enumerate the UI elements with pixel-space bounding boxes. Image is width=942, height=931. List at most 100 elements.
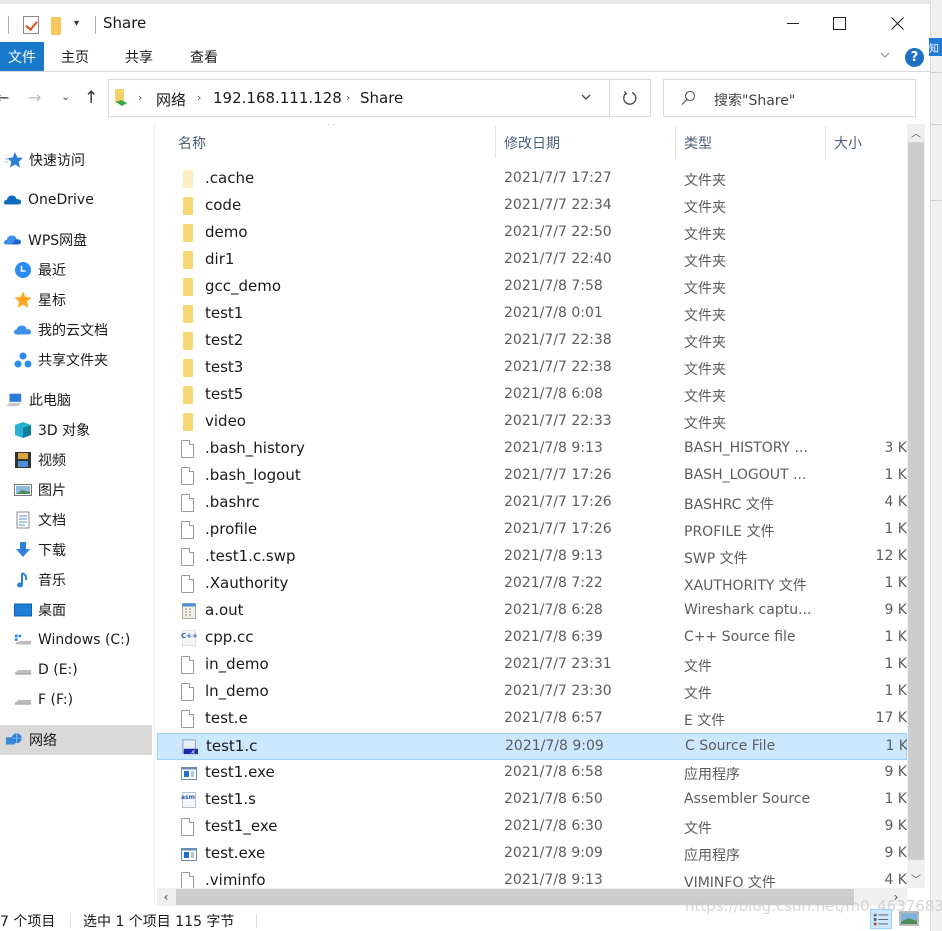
file-row[interactable]: gcc_demo 2021/7/8 7:58 文件夹 [157, 274, 907, 301]
file-type: VIMINFO 文件 [684, 875, 776, 888]
file-size: 4 K [884, 872, 907, 888]
sidebar-item-wps-drive[interactable]: WPS网盘 [0, 225, 152, 255]
properties-quick-access-icon[interactable] [23, 16, 39, 34]
file-row[interactable]: test2 2021/7/7 22:38 文件夹 [157, 328, 907, 355]
column-divider[interactable] [495, 126, 496, 158]
file-row[interactable]: test5 2021/7/8 6:08 文件夹 [157, 382, 907, 409]
sidebar-item-downloads[interactable]: 下载 [0, 535, 152, 565]
breadcrumb-host[interactable]: 192.168.111.128 [213, 89, 342, 107]
breadcrumb-separator[interactable]: › [138, 91, 142, 104]
breadcrumb-separator[interactable]: › [197, 91, 201, 104]
sidebar-item-quick-access[interactable]: 快速访问 [0, 145, 152, 175]
recent-locations-dropdown[interactable]: ⌄ [61, 90, 70, 103]
customize-quick-access-dropdown-icon[interactable]: ▾ [74, 18, 79, 29]
file-row[interactable]: .bashrc 2021/7/7 17:26 BASHRC 文件 4 K [157, 490, 907, 517]
sidebar-item-3d-objects[interactable]: 3D 对象 [0, 415, 152, 445]
sidebar-item-this-pc[interactable]: 此电脑 [0, 385, 152, 415]
file-row[interactable]: .Xauthority 2021/7/8 7:22 XAUTHORITY 文件 1 K [157, 571, 907, 598]
file-row[interactable]: test1_exe 2021/7/8 6:30 文件 9 K [157, 814, 907, 841]
scroll-down-button[interactable]: ﹀ [907, 870, 925, 887]
file-row[interactable]: video 2021/7/7 22:33 文件夹 [157, 409, 907, 436]
address-bar[interactable]: › 网络 › 192.168.111.128 › Share [108, 79, 651, 117]
column-header-type[interactable]: 类型 [684, 124, 824, 162]
breadcrumb-share[interactable]: Share [360, 89, 403, 107]
file-row[interactable]: .cache 2021/7/7 17:27 文件夹 [157, 166, 907, 193]
sidebar-item-videos[interactable]: 视频 [0, 445, 152, 475]
maximize-button[interactable] [816, 4, 862, 42]
details-view-icon[interactable] [870, 909, 892, 929]
sidebar-item-drive-f[interactable]: F (F:) [0, 685, 152, 715]
sidebar-item-onedrive[interactable]: OneDrive [0, 185, 152, 215]
minimize-button[interactable] [770, 4, 816, 42]
column-header-name[interactable]: 名称 [178, 124, 494, 162]
address-history-dropdown-icon[interactable] [579, 90, 593, 104]
refresh-button[interactable] [615, 87, 645, 109]
scroll-right-button[interactable]: › [887, 888, 905, 906]
file-modified-date: 2021/7/8 6:08 [504, 386, 603, 402]
file-row[interactable]: .bash_logout 2021/7/7 17:26 BASH_LOGOUT ..… [157, 463, 907, 490]
file-row[interactable]: .c test1.c 2021/7/8 9:09 C Source File 1 K [157, 733, 907, 760]
file-row[interactable]: test1 2021/7/8 0:01 文件夹 [157, 301, 907, 328]
large-icons-view-icon[interactable] [898, 909, 920, 929]
sidebar-item-network[interactable]: 网络 [0, 725, 152, 755]
downloads-icon [16, 542, 30, 557]
file-type: 文件 [684, 659, 712, 675]
vertical-scroll-thumb[interactable] [908, 142, 924, 860]
tab-view[interactable]: 查看 [190, 42, 218, 71]
item-count: 7 个项目 [0, 914, 56, 930]
sidebar-item-shared-folders[interactable]: 共享文件夹 [0, 345, 152, 375]
sidebar-item-documents[interactable]: 文档 [0, 505, 152, 535]
file-type: 文件夹 [684, 254, 726, 270]
file-row[interactable]: .test1.c.swp 2021/7/8 9:13 SWP 文件 12 K [157, 544, 907, 571]
tab-share[interactable]: 共享 [125, 42, 153, 71]
sidebar-item-label: 视频 [38, 453, 66, 469]
breadcrumb-network[interactable]: 网络 [156, 89, 186, 110]
file-row[interactable]: .viminfo 2021/7/8 9:13 VIMINFO 文件 4 K [157, 868, 907, 888]
sidebar-item-drive-e[interactable]: D (E:) [0, 655, 152, 685]
file-row[interactable]: .profile 2021/7/7 17:26 PROFILE 文件 1 K [157, 517, 907, 544]
close-button[interactable] [874, 4, 920, 42]
file-size: 1 K [884, 629, 907, 645]
sidebar-item-pictures[interactable]: 图片 [0, 475, 152, 505]
tab-file[interactable]: 文件 [0, 42, 44, 71]
column-divider[interactable] [675, 126, 676, 158]
file-row[interactable]: test1.exe 2021/7/8 6:58 应用程序 9 K [157, 760, 907, 787]
search-input[interactable]: 搜索"Share" [663, 79, 916, 117]
column-header-size[interactable]: 大小 [834, 124, 904, 162]
file-row[interactable]: asm test1.s 2021/7/8 6:50 Assembler Source 1… [157, 787, 907, 814]
file-row[interactable]: code 2021/7/7 22:34 文件夹 [157, 193, 907, 220]
expand-ribbon-icon[interactable] [880, 50, 890, 60]
file-row[interactable]: in_demo 2021/7/7 23:31 文件 1 K [157, 652, 907, 679]
back-button[interactable]: ← [0, 88, 9, 107]
file-row[interactable]: a.out 2021/7/8 6:28 Wireshark captu... 9 K [157, 598, 907, 625]
horizontal-scroll-thumb[interactable] [176, 889, 854, 905]
scroll-left-button[interactable]: ‹ [157, 888, 175, 906]
up-button[interactable]: ↑ [84, 88, 98, 108]
file-row[interactable]: C++ cpp.cc 2021/7/8 6:39 C++ Source file 1 K [157, 625, 907, 652]
file-row[interactable]: demo 2021/7/7 22:50 文件夹 [157, 220, 907, 247]
column-divider[interactable] [825, 126, 826, 158]
tab-home[interactable]: 主页 [61, 42, 89, 71]
help-button[interactable]: ? [905, 48, 924, 67]
file-row[interactable]: test3 2021/7/7 22:38 文件夹 [157, 355, 907, 382]
file-row[interactable]: ln_demo 2021/7/7 23:30 文件 1 K [157, 679, 907, 706]
sidebar-item-cloud-docs[interactable]: 我的云文档 [0, 315, 152, 345]
file-row[interactable]: dir1 2021/7/7 22:40 文件夹 [157, 247, 907, 274]
sidebar-item-desktop[interactable]: 桌面 [0, 595, 152, 625]
sidebar-item-recent[interactable]: 最近 [0, 255, 152, 285]
file-type: 文件夹 [684, 200, 726, 216]
sidebar-item-music[interactable]: 音乐 [0, 565, 152, 595]
scroll-up-button[interactable]: ︿ [907, 124, 925, 141]
breadcrumb-separator[interactable]: › [346, 91, 350, 104]
forward-button[interactable]: → [28, 88, 41, 107]
vertical-scrollbar[interactable]: ︿ ﹀ [907, 124, 925, 888]
file-row[interactable]: test.e 2021/7/8 6:57 E 文件 17 K [157, 706, 907, 733]
column-header-date[interactable]: 修改日期 [504, 124, 674, 162]
sidebar-item-drive-c[interactable]: Windows (C:) [0, 625, 152, 655]
file-row[interactable]: .bash_history 2021/7/8 9:13 BASH_HISTORY .… [157, 436, 907, 463]
sidebar-item-starred[interactable]: 星标 [0, 285, 152, 315]
sidebar-item-label: 图片 [38, 483, 66, 499]
new-folder-quick-access-icon[interactable] [51, 17, 61, 35]
file-row[interactable]: test.exe 2021/7/8 9:09 应用程序 9 K [157, 841, 907, 868]
horizontal-scrollbar[interactable]: ‹ › [157, 888, 907, 906]
